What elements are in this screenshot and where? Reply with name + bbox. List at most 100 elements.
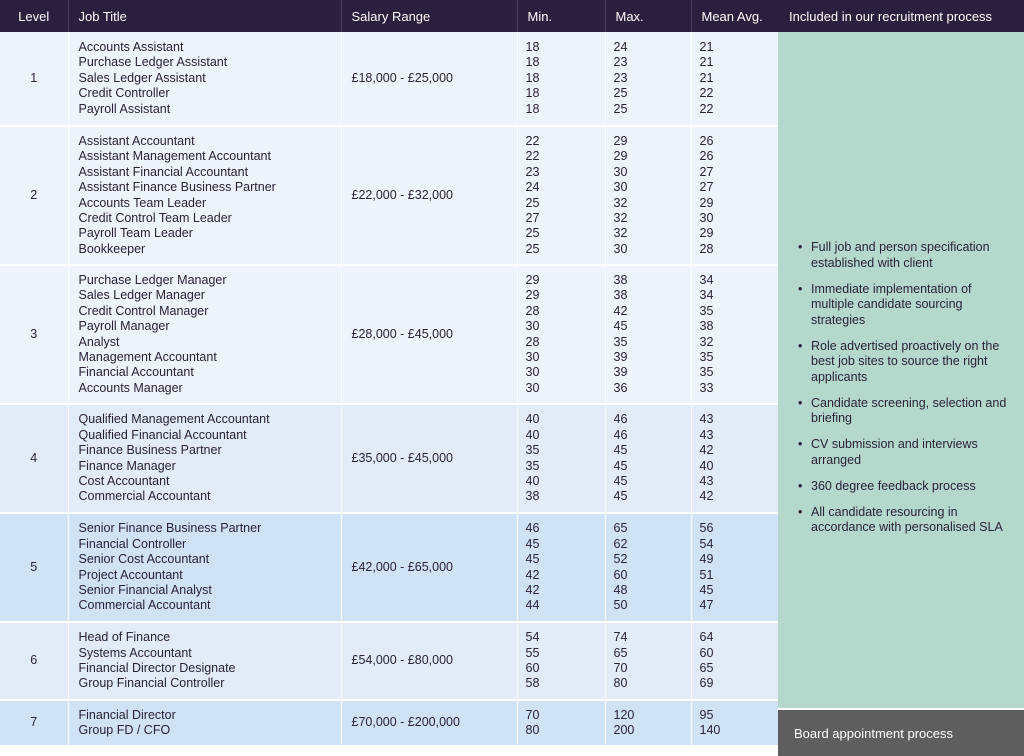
salary-range-cell: £70,000 - £200,000 <box>341 700 518 747</box>
recruitment-points-list: • Full job and person specification estab… <box>798 240 1010 546</box>
table-row: 2 Assistant Accountant Assistant Managemen… <box>0 126 779 266</box>
mean-value: 35 <box>699 365 714 380</box>
max-value: 48 <box>613 582 628 597</box>
job-title: Accounts Team Leader <box>78 195 207 210</box>
max-value: 36 <box>613 380 628 395</box>
job-title: Senior Finance Business Partner <box>78 521 262 536</box>
table-row: 1 Accounts Assistant Purchase Ledger Assis… <box>0 32 779 127</box>
mean-value: 54 <box>699 536 714 551</box>
min-value: 35 <box>525 443 540 458</box>
mean-value: 22 <box>699 86 714 101</box>
header-max: Max. <box>605 0 692 32</box>
max-value: 29 <box>613 133 628 148</box>
max-cell: 38 38 42 45 35 39 39 36 <box>605 265 692 405</box>
table-header-row: Level Job Title Salary Range Min. Max. M… <box>0 0 779 32</box>
job-title: Commercial Accountant <box>78 489 211 504</box>
max-value: 23 <box>613 55 628 70</box>
recruitment-panel-header: Included in our recruitment process <box>778 0 1024 32</box>
max-value: 38 <box>613 272 628 287</box>
mean-value: 21 <box>699 70 714 85</box>
mean-cell: 34 34 35 38 32 35 35 33 <box>691 265 779 405</box>
job-title: Assistant Financial Accountant <box>78 164 249 179</box>
job-title-cell: Senior Finance Business Partner Financial… <box>68 513 342 623</box>
job-title: Finance Business Partner <box>78 443 222 458</box>
mean-cell: 64 60 65 69 <box>691 622 779 701</box>
header-job-title: Job Title <box>68 0 342 32</box>
salary-range-cell: £22,000 - £32,000 <box>341 126 518 266</box>
recruitment-point: • CV submission and interviews arranged <box>798 437 1010 468</box>
recruitment-point-text: Role advertised proactively on the best … <box>811 338 1000 384</box>
max-value: 25 <box>613 86 628 101</box>
min-value: 30 <box>525 365 540 380</box>
min-value: 29 <box>525 288 540 303</box>
salary-range-cell: £54,000 - £80,000 <box>341 622 518 701</box>
min-value: 58 <box>525 676 540 691</box>
recruitment-point: • All candidate resourcing in accordance … <box>798 505 1010 536</box>
job-title: Group FD / CFO <box>78 723 171 737</box>
max-value: 45 <box>613 473 628 488</box>
min-value: 38 <box>525 489 540 504</box>
mean-value: 34 <box>699 272 714 287</box>
table-row: 3 Purchase Ledger Manager Sales Ledger Man… <box>0 265 779 405</box>
mean-value: 49 <box>699 552 714 567</box>
mean-value: 140 <box>699 723 721 737</box>
job-title-cell: Head of Finance Systems Accountant Financi… <box>68 622 342 701</box>
min-value: 22 <box>525 149 540 164</box>
job-title: Purchase Ledger Manager <box>78 272 227 287</box>
bullet-icon: • <box>798 504 803 519</box>
level-cell: 3 <box>0 265 69 405</box>
min-value: 55 <box>525 645 540 660</box>
table-body: 1 Accounts Assistant Purchase Ledger Assis… <box>0 32 779 747</box>
max-value: 32 <box>613 210 628 225</box>
mean-cell: 21 21 21 22 22 <box>691 32 779 127</box>
max-value: 23 <box>613 70 628 85</box>
job-title-cell: Qualified Management Accountant Qualified… <box>68 404 342 514</box>
mean-value: 38 <box>699 319 714 334</box>
max-value: 65 <box>613 645 628 660</box>
max-value: 30 <box>613 180 628 195</box>
max-value: 45 <box>613 443 628 458</box>
job-title: Commercial Accountant <box>78 598 211 613</box>
job-title: Credit Control Team Leader <box>78 210 232 225</box>
mean-value: 60 <box>699 645 714 660</box>
mean-value: 43 <box>699 427 714 442</box>
mean-value: 95 <box>699 707 714 722</box>
max-value: 32 <box>613 226 628 241</box>
max-value: 62 <box>613 536 628 551</box>
job-title: Group Financial Controller <box>78 676 225 691</box>
mean-value: 47 <box>699 598 714 613</box>
min-value: 18 <box>525 55 540 70</box>
min-value: 80 <box>525 723 540 737</box>
job-title: Assistant Accountant <box>78 133 195 148</box>
job-title: Qualified Management Accountant <box>78 412 270 427</box>
min-cell: 18 18 18 18 18 <box>517 32 606 127</box>
job-title: Financial Controller <box>78 536 187 551</box>
recruitment-point-text: Candidate screening, selection and brief… <box>811 395 1007 426</box>
max-value: 45 <box>613 489 628 504</box>
min-value: 23 <box>525 164 540 179</box>
min-value: 27 <box>525 210 540 225</box>
min-cell: 22 22 23 24 25 27 25 25 <box>517 126 606 266</box>
job-title: Assistant Finance Business Partner <box>78 180 276 195</box>
max-value: 39 <box>613 349 628 364</box>
min-value: 28 <box>525 303 540 318</box>
recruitment-point: • Immediate implementation of multiple ca… <box>798 282 1010 329</box>
job-title-cell: Purchase Ledger Manager Sales Ledger Mana… <box>68 265 342 405</box>
job-title: Cost Accountant <box>78 473 170 488</box>
mean-value: 21 <box>699 39 714 54</box>
job-title: Bookkeeper <box>78 241 146 256</box>
job-title: Purchase Ledger Assistant <box>78 55 228 70</box>
min-value: 28 <box>525 334 540 349</box>
salary-table: Level Job Title Salary Range Min. Max. M… <box>0 0 779 747</box>
mean-value: 42 <box>699 489 714 504</box>
max-cell: 120 200 <box>605 700 692 747</box>
header-level: Level <box>0 0 69 32</box>
min-value: 29 <box>525 272 540 287</box>
min-value: 45 <box>525 552 540 567</box>
job-title: Senior Cost Accountant <box>78 552 210 567</box>
mean-value: 27 <box>699 164 714 179</box>
bullet-icon: • <box>798 240 803 254</box>
min-cell: 70 80 <box>517 700 606 747</box>
job-title: Qualified Financial Accountant <box>78 427 247 442</box>
mean-value: 45 <box>699 582 714 597</box>
